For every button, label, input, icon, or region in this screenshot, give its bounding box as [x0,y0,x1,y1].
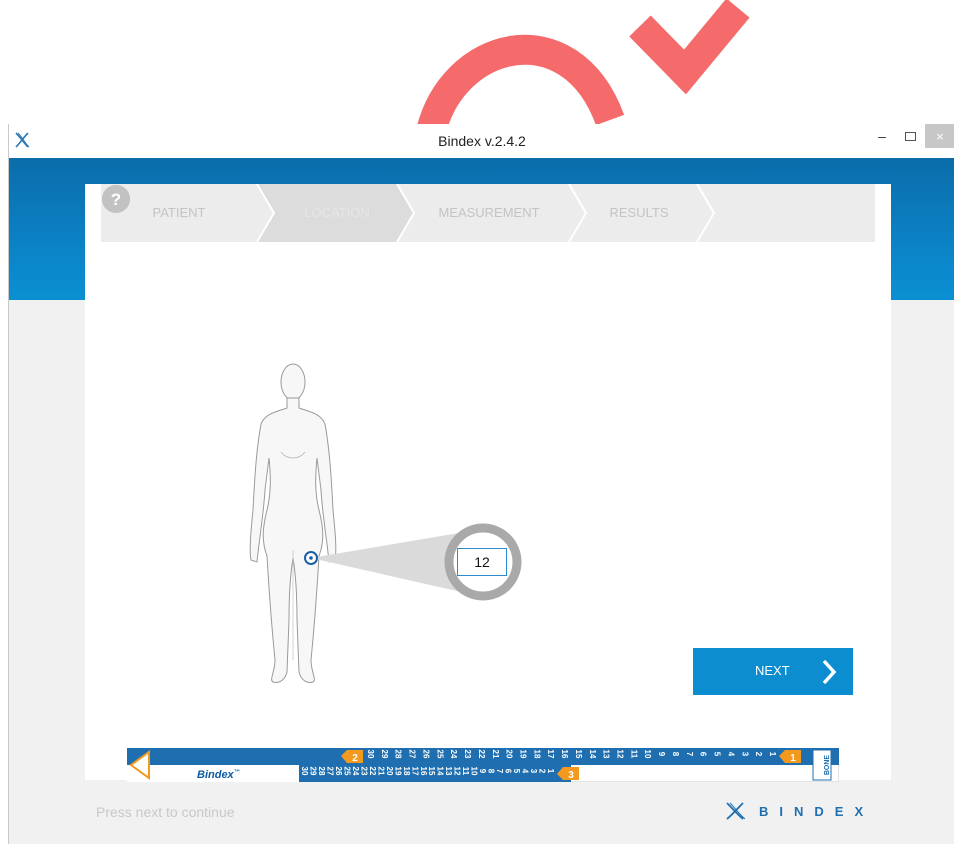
ruler-top-tick-label: 11 [629,750,638,759]
footer-logo-text: BINDEX [759,803,875,819]
ruler-top-tick-label: 15 [574,750,583,759]
ruler-top-tick-label: 22 [477,750,486,759]
next-button-label: NEXT [755,663,790,678]
bone-tag: BONE [812,749,832,781]
ruler-top-tick-label: 29 [380,750,389,759]
ruler-bottom-tick-label: 6 [504,769,513,774]
maximize-icon [904,131,916,141]
minimize-button[interactable]: – [871,124,893,148]
ruler-top-tick-label: 13 [602,750,611,759]
ruler-bottom-tick-label: 12 [453,767,462,776]
svg-text:BONE: BONE [824,755,831,776]
ruler-bottom-tick-label: 27 [325,767,334,776]
ruler-top-tick-label: 27 [408,750,417,759]
ruler-top-tick-label: 3 [740,752,749,757]
ruler-top-tick-label: 14 [588,750,597,759]
svg-text:1: 1 [790,753,796,764]
close-icon: × [936,128,944,144]
ruler-top-tick-label: 4 [726,752,735,757]
ruler-top-tick-label: 24 [449,750,458,759]
ruler-top-tick-label: 16 [560,750,569,759]
ruler-bottom-tick-label: 11 [461,767,470,776]
footer-logo: BINDEX [725,802,874,820]
ruler-bottom-tick-label: 23 [359,767,368,776]
app-window: Bindex v.2.4.2 – × PATIENT LOCATION MEAS… [8,124,954,844]
ruler-top-tick-label: 18 [532,750,541,759]
ruler-bottom-tick-label: 4 [521,769,530,774]
ruler-top-tick-label: 30 [366,750,375,759]
ruler-bottom-tick-label: 29 [308,767,317,776]
ruler-bottom-tick-label: 2 [538,769,547,774]
ruler-top-tick-label: 2 [754,752,763,757]
ruler-bottom-tick-label: 8 [487,769,496,774]
step-measurement[interactable]: MEASUREMENT [409,184,569,242]
ruler-top-tick-label: 5 [713,752,722,757]
ruler-top-tick-label: 25 [435,750,444,759]
window-title: Bindex v.2.4.2 [438,133,526,149]
ruler-bottom-tick-label: 21 [376,767,385,776]
ruler-bottom-tick-label: 19 [393,767,402,776]
ruler-top-tick-label: 23 [463,750,472,759]
step-location[interactable]: LOCATION [267,184,407,242]
body-figure-image [249,363,337,683]
next-button[interactable]: NEXT [693,648,853,695]
ruler-bottom-tick-label: 30 [300,767,309,776]
bindex-logo-icon [726,802,745,820]
ruler-bottom-tick-label: 24 [351,767,360,776]
ruler-bottom-tick-label: 13 [444,767,453,776]
ruler-top-tick-label: 8 [671,752,680,757]
ruler-bottom-tick-label: 20 [385,767,394,776]
ruler-top-tick-label: 10 [643,750,652,759]
ruler-bottom-tick-label: 3 [529,769,538,774]
maximize-button[interactable] [899,124,921,148]
help-icon[interactable]: ? [101,184,131,214]
ruler-brand-label: Bindex™ [197,769,240,781]
ruler-bottom-tick-label: 28 [317,767,326,776]
ruler-top-tick-label: 12 [616,750,625,759]
footer-hint: Press next to continue [96,804,235,820]
title-bar[interactable]: Bindex v.2.4.2 – × [9,124,954,158]
watermark-check-mark [415,0,750,136]
ruler-bottom-tick-label: 18 [402,767,411,776]
ruler-top-tick-label: 20 [505,750,514,759]
ruler-bottom-tick-label: 5 [512,769,521,774]
ruler-bottom-tick-label: 25 [342,767,351,776]
ruler-bottom-tick-label: 15 [427,767,436,776]
ruler-bottom-tick-label: 17 [410,767,419,776]
ruler-top-tick-label: 1 [768,752,777,757]
chevron-right-icon [822,659,837,685]
ruler-bottom-tick-label: 10 [470,767,479,776]
main-panel: PATIENT LOCATION MEASUREMENT RESULTS ? 1… [85,184,891,783]
svg-text:3: 3 [568,770,574,781]
ruler-top-tick-label: 28 [394,750,403,759]
step-navigation: PATIENT LOCATION MEASUREMENT RESULTS ? [101,184,875,242]
close-button[interactable]: × [925,124,954,148]
ruler-bottom-tick-label: 9 [478,769,487,774]
ruler-bottom-tick-label: 1 [546,769,555,774]
ruler-image: 30 29 28 27 26 25 24 23 22 21 20 19 18 17 16 15 14 13 12 11… [126,747,840,783]
minimize-icon: – [878,128,886,144]
ruler-bottom-tick-label: 22 [368,767,377,776]
ruler-bottom-tick-label: 26 [334,767,343,776]
ruler-top-tick-label: 6 [699,752,708,757]
svg-text:2: 2 [352,753,358,764]
ruler-top-tick-label: 7 [685,752,694,757]
ruler-bottom-tick-label: 14 [436,767,445,776]
ruler-top-tick-label: 17 [546,750,555,759]
ruler-bottom-tick-label: 16 [419,767,428,776]
step-results[interactable]: RESULTS [581,184,697,242]
step-divider [696,184,716,242]
ruler-top-tick-label: 19 [518,750,527,759]
ruler-top-tick-label: 21 [491,750,500,759]
ruler-top-tick-label: 9 [657,752,666,757]
location-value-field[interactable] [457,548,507,576]
help-symbol: ? [111,190,121,209]
ruler-top-tick-label: 26 [421,750,430,759]
ruler-bottom-tick-label: 7 [495,769,504,774]
